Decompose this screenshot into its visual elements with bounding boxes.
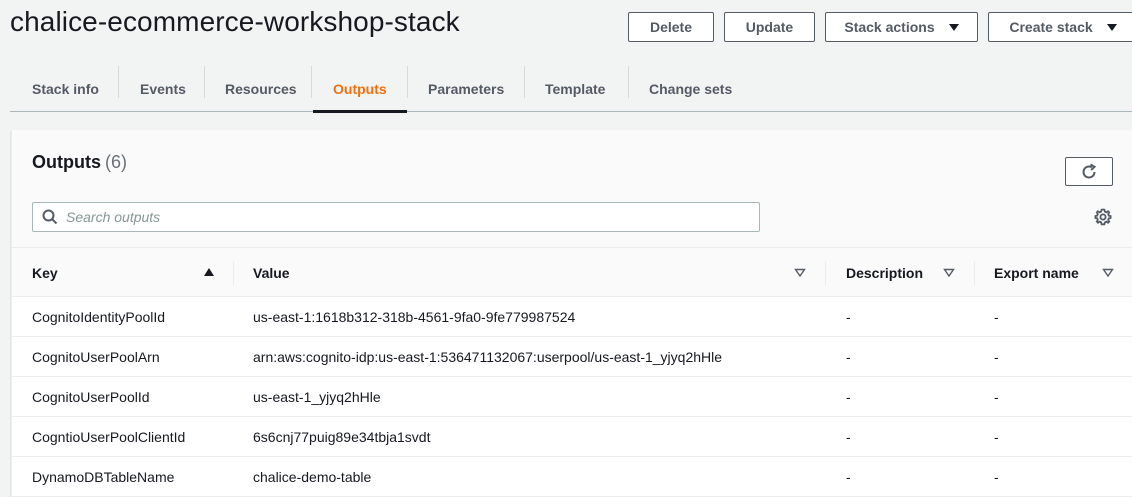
cell-description: - [846, 429, 851, 445]
tab-label: Stack info [32, 81, 99, 97]
caret-down-icon [1106, 23, 1117, 31]
column-header-label: Value [253, 264, 290, 281]
cell-key: DynamoDBTableName [32, 469, 175, 485]
sort-descending-icon[interactable] [1102, 268, 1114, 277]
tab-outputs[interactable]: Outputs [313, 66, 407, 113]
cell-key: CognitoIdentityPoolId [32, 309, 166, 325]
column-divider [825, 261, 826, 285]
outputs-count: (6) [105, 152, 127, 172]
sort-descending-icon[interactable] [794, 268, 806, 277]
cell-export-name: - [994, 389, 999, 405]
table-row: DynamoDBTableName chalice-demo-table - - [12, 457, 1132, 497]
cell-export-name: - [994, 429, 999, 445]
cell-export-name: - [994, 469, 999, 485]
search-outputs-field [32, 202, 760, 232]
tab-bar: Stack info Events Resources Outputs Para… [10, 66, 1132, 113]
tab-resources[interactable]: Resources [205, 66, 317, 112]
outputs-title-text: Outputs [32, 152, 101, 172]
tab-change-sets[interactable]: Change sets [629, 66, 752, 112]
stack-actions-button[interactable]: Stack actions [825, 12, 978, 42]
sort-ascending-icon[interactable] [203, 267, 215, 277]
outputs-panel-header: Outputs (6) [12, 130, 1132, 248]
tab-divider [311, 66, 312, 98]
tab-stack-info[interactable]: Stack info [12, 66, 119, 112]
cell-value: us-east-1_yjyq2hHle [253, 389, 381, 405]
outputs-panel: Outputs (6) Search outputs Key Value Des… [11, 130, 1132, 497]
column-divider [974, 261, 975, 285]
tab-label: Parameters [428, 81, 505, 97]
tab-divider [118, 66, 119, 98]
create-stack-label: Create stack [1009, 19, 1093, 35]
tab-divider [204, 66, 205, 98]
gear-icon[interactable] [1093, 207, 1113, 227]
cell-description: - [846, 349, 851, 365]
cell-key: CognitoUserPoolId [32, 389, 150, 405]
update-button[interactable]: Update [724, 12, 815, 42]
cell-description: - [846, 469, 851, 485]
caret-down-icon [948, 23, 959, 31]
stack-actions-label: Stack actions [844, 19, 935, 35]
refresh-button[interactable] [1065, 157, 1113, 186]
cell-value: chalice-demo-table [253, 469, 372, 485]
delete-button-label: Delete [649, 19, 693, 35]
table-header: Key Value Description Export name [12, 248, 1132, 297]
tab-divider [524, 66, 525, 98]
tab-label: Events [140, 81, 186, 97]
tab-template[interactable]: Template [525, 66, 625, 112]
column-divider [233, 261, 234, 285]
column-header-label: Description [846, 264, 924, 281]
cell-description: - [846, 389, 851, 405]
cell-export-name: - [994, 349, 999, 365]
column-header-export-name[interactable]: Export name [994, 248, 1094, 297]
update-button-label: Update [745, 19, 794, 35]
outputs-title: Outputs (6) [32, 152, 127, 173]
tab-label: Outputs [333, 81, 387, 97]
cell-value: us-east-1:1618b312-318b-4561-9fa0-9fe779… [253, 309, 576, 325]
tab-label: Template [545, 81, 606, 97]
table-row: CognitoIdentityPoolId us-east-1:1618b312… [12, 297, 1132, 337]
search-icon [42, 209, 58, 225]
tab-divider [628, 66, 629, 98]
page-title: chalice-ecommerce-workshop-stack [10, 6, 460, 37]
cell-export-name: - [994, 309, 999, 325]
tab-events[interactable]: Events [120, 66, 206, 112]
search-input[interactable] [66, 204, 746, 230]
cell-key: CognitoUserPoolArn [32, 349, 160, 365]
refresh-icon [1082, 163, 1097, 178]
delete-button[interactable]: Delete [628, 12, 714, 42]
column-header-description[interactable]: Description [846, 248, 946, 297]
tab-divider [407, 66, 408, 98]
column-header-key[interactable]: Key [32, 248, 222, 297]
cell-description: - [846, 309, 851, 325]
create-stack-button[interactable]: Create stack [988, 12, 1132, 42]
cell-value: arn:aws:cognito-idp:us-east-1:5364711320… [253, 349, 723, 365]
cell-key: CogntioUserPoolClientId [32, 429, 186, 445]
tab-label: Resources [225, 81, 297, 97]
table-row: CognitoUserPoolId us-east-1_yjyq2hHle - … [12, 377, 1132, 417]
table-row: CognitoUserPoolArn arn:aws:cognito-idp:u… [12, 337, 1132, 377]
table-row: CogntioUserPoolClientId 6s6cnj77puig89e3… [12, 417, 1132, 457]
tab-parameters[interactable]: Parameters [408, 66, 524, 112]
sort-descending-icon[interactable] [943, 268, 955, 277]
cell-value: 6s6cnj77puig89e34tbja1svdt [253, 429, 431, 445]
column-header-label: Export name [994, 264, 1079, 281]
tab-label: Change sets [649, 81, 733, 97]
cloudformation-stack-page: chalice-ecommerce-workshop-stack Delete … [0, 0, 1132, 497]
column-header-label: Key [32, 264, 58, 281]
column-header-value[interactable]: Value [253, 248, 793, 297]
